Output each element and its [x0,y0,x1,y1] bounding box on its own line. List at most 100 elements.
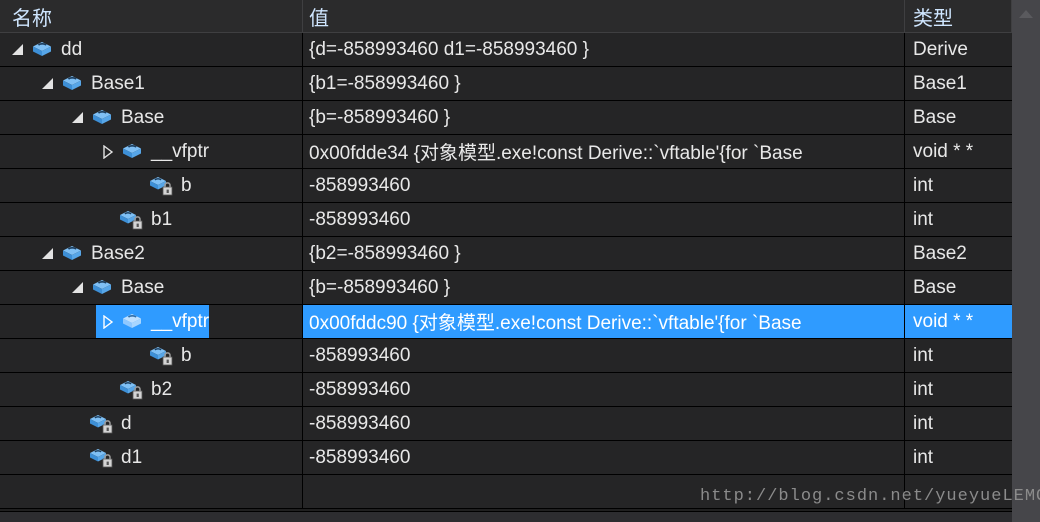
cell-name[interactable]: Base2 [0,237,303,270]
table-row[interactable]: b2 -858993460 int [0,373,1012,407]
chevron-down-icon[interactable] [66,271,88,304]
name-content: __vfptr [96,135,209,168]
table-row[interactable]: __vfptr 0x00fddc90 {对象模型.exe!const Derive… [0,305,1012,339]
cell-name[interactable]: Base [0,271,303,304]
cell-name[interactable]: b [0,339,303,372]
cell-name[interactable]: b [0,169,303,202]
table-row[interactable]: b -858993460 int [0,169,1012,203]
variables-tree-grid[interactable]: 名称值类型 dd {d=-858993460 d1=-858993460 } Deri… [0,0,1012,522]
variable-name-label: b [181,344,192,366]
cell-name[interactable]: b1 [0,203,303,236]
cell-value[interactable]: -858993460 [303,169,905,202]
vertical-scrollbar[interactable] [1012,0,1040,522]
cell-value[interactable]: {b=-858993460 } [303,101,905,134]
cell-name[interactable]: d1 [0,441,303,474]
private-field-icon [88,441,116,474]
cell-name[interactable]: Base1 [0,67,303,100]
name-content: d [66,407,132,440]
private-field-icon [118,203,146,236]
cell-value[interactable]: -858993460 [303,441,905,474]
cell-type: Derive [913,38,968,60]
empty-row[interactable] [0,475,1012,509]
variable-name-label: d1 [121,446,143,468]
chevron-down-icon[interactable] [36,67,58,100]
name-content: b [126,339,192,372]
column-header-row: 名称值类型 [0,0,1012,33]
chevron-right-icon[interactable] [96,305,118,338]
variable-name-label: dd [61,38,83,60]
twisty-placeholder [66,407,88,440]
variable-name-label: b2 [151,378,173,400]
private-field-icon [88,407,116,440]
column-header-name[interactable]: 名称 [0,0,303,32]
cell-value[interactable]: {d=-858993460 d1=-858993460 } [303,33,905,66]
object-box-icon [118,135,146,168]
cell-type: int [913,344,934,366]
chevron-down-icon[interactable] [36,237,58,270]
table-row[interactable]: dd {d=-858993460 d1=-858993460 } Derive [0,33,1012,67]
table-row[interactable]: b1 -858993460 int [0,203,1012,237]
object-box-icon [58,237,86,270]
name-content: d1 [66,441,142,474]
cell-value[interactable]: -858993460 [303,373,905,406]
table-row[interactable]: Base {b=-858993460 } Base [0,101,1012,135]
name-content: b1 [96,203,172,236]
cell-value[interactable]: -858993460 [303,203,905,236]
cell-value[interactable]: {b2=-858993460 } [303,237,905,270]
cell-value[interactable]: -858993460 [303,407,905,440]
chevron-down-icon[interactable] [66,101,88,134]
column-header-type[interactable]: 类型 [905,0,1012,32]
scroll-up-arrow-icon[interactable] [1012,0,1040,28]
cell-value[interactable] [303,475,905,508]
variable-name-label: b1 [151,208,173,230]
variable-name-label: b [181,174,192,196]
cell-value[interactable]: 0x00fdde34 {对象模型.exe!const Derive::`vfta… [303,135,905,168]
private-field-icon [148,339,176,372]
cell-name[interactable]: __vfptr [0,135,303,168]
variable-name-label: d [121,412,132,434]
cell-name[interactable]: dd [0,33,303,66]
cell-name[interactable]: Base [0,101,303,134]
cell-value[interactable]: 0x00fddc90 {对象模型.exe!const Derive::`vfta… [303,305,905,338]
cell-type: Base1 [913,72,967,94]
chevron-right-icon[interactable] [96,135,118,168]
cell-type: void * * [913,140,974,162]
name-content: __vfptr [96,305,210,338]
cell-name[interactable] [0,475,303,508]
twisty-placeholder [126,169,148,202]
column-header-value[interactable]: 值 [303,0,905,32]
object-box-icon [118,305,146,338]
cell-name[interactable]: b2 [0,373,303,406]
table-row[interactable]: __vfptr 0x00fdde34 {对象模型.exe!const Derive… [0,135,1012,169]
object-box-icon [28,33,56,66]
twisty-placeholder [66,441,88,474]
table-row[interactable]: d -858993460 int [0,407,1012,441]
cell-name[interactable]: d [0,407,303,440]
cell-value[interactable]: {b=-858993460 } [303,271,905,304]
object-box-icon [58,67,86,100]
name-content: Base [66,101,164,134]
table-row[interactable]: d1 -858993460 int [0,441,1012,475]
variable-name-label: __vfptr [151,140,210,162]
table-row[interactable]: b -858993460 int [0,339,1012,373]
cell-name[interactable]: __vfptr [0,305,303,338]
object-box-icon [88,101,116,134]
grid-bottom-strip [0,511,1012,522]
cell-type: Base [913,106,957,128]
table-row[interactable]: Base1 {b1=-858993460 } Base1 [0,67,1012,101]
table-row[interactable]: Base2 {b2=-858993460 } Base2 [0,237,1012,271]
cell-value[interactable]: {b1=-858993460 } [303,67,905,100]
cell-type: int [913,174,934,196]
table-row[interactable]: Base {b=-858993460 } Base [0,271,1012,305]
cell-value[interactable]: -858993460 [303,339,905,372]
variable-name-label: Base2 [91,242,145,264]
chevron-down-icon[interactable] [6,33,28,66]
name-content: b [126,169,192,202]
